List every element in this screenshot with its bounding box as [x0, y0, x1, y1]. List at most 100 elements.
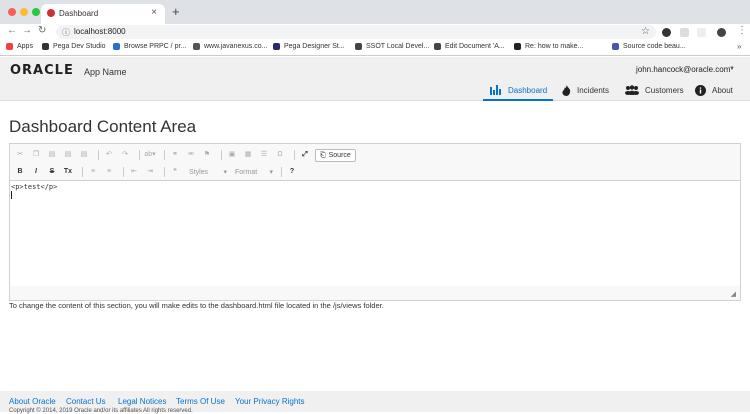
bookmark-favicon-icon: [273, 43, 280, 50]
minimize-window-icon[interactable]: [20, 8, 28, 16]
bookmark-item[interactable]: Re: how to make...: [514, 43, 583, 50]
paste-text-icon[interactable]: ▤: [62, 149, 74, 161]
chevron-down-icon[interactable]: ▼: [729, 66, 735, 72]
paste-word-icon[interactable]: ▤: [78, 149, 90, 161]
editor-text: <p>test</p>: [11, 183, 58, 191]
editor-toolbar: ✂ ❐ ▤ ▤ ▤ ↶ ↷ ab▾ ⚭ ⚮ ⚑ ▣ ▦ ☰ Ω ⤢ ⎗ Sourc…: [10, 144, 740, 181]
extension-icon[interactable]: [662, 28, 671, 37]
bookmark-label: SSOT Local Devel...: [366, 43, 430, 50]
numbered-list-icon[interactable]: ≡: [87, 166, 99, 178]
maximize-icon[interactable]: ⤢: [299, 149, 311, 161]
redo-icon[interactable]: ↷: [119, 149, 131, 161]
special-char-icon[interactable]: Ω: [274, 149, 286, 161]
footer-link-privacy-rights[interactable]: Your Privacy Rights: [235, 397, 305, 406]
maximize-window-icon[interactable]: [32, 8, 40, 16]
help-icon[interactable]: ?: [286, 166, 298, 178]
strike-icon[interactable]: S: [46, 166, 58, 178]
people-icon: [625, 85, 639, 95]
editor-content[interactable]: <p>test</p>: [10, 181, 740, 286]
styles-dropdown[interactable]: Styles ▾: [185, 167, 231, 178]
bookmark-item[interactable]: Source code beau...: [612, 43, 686, 50]
bookmark-label: Source code beau...: [623, 43, 686, 50]
bookmark-label: Apps: [17, 43, 33, 50]
back-icon[interactable]: ←: [7, 25, 17, 36]
link-icon[interactable]: ⚭: [169, 149, 181, 161]
indent-icon[interactable]: ⇥: [144, 166, 156, 178]
copy-icon[interactable]: ❐: [30, 149, 42, 161]
app-header: ORACLE App Name john.hancock@oracle.com …: [0, 57, 750, 101]
bookmark-star-icon[interactable]: ☆: [641, 26, 650, 37]
text-caret: [11, 191, 12, 199]
remove-format-icon[interactable]: Tx: [62, 166, 74, 178]
unlink-icon[interactable]: ⚮: [185, 149, 197, 161]
spellcheck-icon[interactable]: ab▾: [144, 149, 156, 161]
editor-statusbar: ◢: [10, 286, 740, 300]
bold-icon[interactable]: B: [14, 166, 26, 178]
paste-icon[interactable]: ▤: [46, 149, 58, 161]
separator: [123, 167, 124, 177]
bookmark-favicon-icon: [113, 43, 120, 50]
bookmark-item[interactable]: Browse PRPC / pr...: [113, 43, 186, 50]
oracle-logo: ORACLE: [10, 63, 74, 78]
bookmark-item[interactable]: Pega Dev Studio: [42, 43, 106, 50]
cut-icon[interactable]: ✂: [14, 149, 26, 161]
bookmark-item[interactable]: SSOT Local Devel...: [355, 43, 429, 50]
bookmark-item[interactable]: Pega Designer St...: [273, 43, 345, 50]
profile-avatar[interactable]: [717, 28, 726, 37]
separator: [98, 150, 99, 160]
info-icon: [695, 85, 706, 96]
menu-icon[interactable]: ⋮: [737, 25, 747, 36]
table-icon[interactable]: ▦: [242, 149, 254, 161]
page-title: Dashboard Content Area: [9, 117, 197, 136]
browser-tab[interactable]: Dashboard ×: [41, 4, 165, 24]
extension-icon[interactable]: [680, 28, 689, 37]
separator: [281, 167, 282, 177]
footer-link-about-oracle[interactable]: About Oracle: [9, 397, 56, 406]
footer: About Oracle Contact Us Legal Notices Te…: [0, 391, 750, 414]
bookmark-item[interactable]: Apps: [6, 43, 33, 50]
footer-link-terms-of-use[interactable]: Terms Of Use: [176, 397, 225, 406]
separator: [221, 150, 222, 160]
resize-handle-icon[interactable]: ◢: [731, 290, 736, 298]
url-bar[interactable]: ⓘ localhost:8000: [56, 25, 656, 39]
nav-item-customers[interactable]: Customers: [625, 85, 684, 95]
extension-icon[interactable]: [697, 28, 706, 37]
bookmark-favicon-icon: [42, 43, 49, 50]
blockquote-icon[interactable]: ❝: [169, 166, 181, 178]
footer-link-contact-us[interactable]: Contact Us: [66, 397, 106, 406]
format-dropdown[interactable]: Format ▾: [231, 167, 277, 178]
bookmark-label: Edit Document 'A...: [445, 43, 505, 50]
outdent-icon[interactable]: ⇤: [128, 166, 140, 178]
image-icon[interactable]: ▣: [226, 149, 238, 161]
site-info-icon[interactable]: ⓘ: [62, 27, 70, 38]
footer-link-legal-notices[interactable]: Legal Notices: [118, 397, 166, 406]
source-icon: ⎗: [320, 151, 326, 159]
separator: [164, 167, 165, 177]
source-button[interactable]: ⎗ Source: [315, 148, 356, 162]
undo-icon[interactable]: ↶: [103, 149, 115, 161]
bookmark-favicon-icon: [514, 43, 521, 50]
new-tab-icon[interactable]: +: [172, 4, 180, 19]
bulleted-list-icon[interactable]: ≡: [103, 166, 115, 178]
user-menu[interactable]: john.hancock@oracle.com: [636, 65, 730, 74]
toolbar-row: B I S Tx ≡ ≡ ⇤ ⇥ ❝ Styles ▾ Format ▾ ?: [14, 165, 302, 179]
bookmark-favicon-icon: [434, 43, 441, 50]
active-tab-indicator: [483, 99, 553, 101]
anchor-icon[interactable]: ⚑: [201, 149, 213, 161]
italic-icon[interactable]: I: [30, 166, 42, 178]
forward-icon[interactable]: →: [22, 25, 32, 36]
bookmark-item[interactable]: www.javanexus.co...: [193, 43, 267, 50]
nav-item-about[interactable]: About: [695, 85, 733, 96]
toolbar-row: ✂ ❐ ▤ ▤ ▤ ↶ ↷ ab▾ ⚭ ⚮ ⚑ ▣ ▦ ☰ Ω ⤢ ⎗ Sourc…: [14, 148, 356, 162]
horizontal-line-icon[interactable]: ☰: [258, 149, 270, 161]
tab-close-icon[interactable]: ×: [151, 7, 157, 18]
bookmark-item[interactable]: Edit Document 'A...: [434, 43, 505, 50]
reload-icon[interactable]: ↻: [38, 25, 46, 36]
bookmark-label: Browse PRPC / pr...: [124, 43, 187, 50]
nav-item-dashboard[interactable]: Dashboard: [490, 85, 547, 95]
bookmark-label: Pega Dev Studio: [53, 43, 106, 50]
apps-grid-icon: [6, 43, 13, 50]
nav-item-incidents[interactable]: Incidents: [562, 85, 609, 96]
close-window-icon[interactable]: [8, 8, 16, 16]
bookmarks-overflow-icon[interactable]: »: [737, 42, 741, 51]
